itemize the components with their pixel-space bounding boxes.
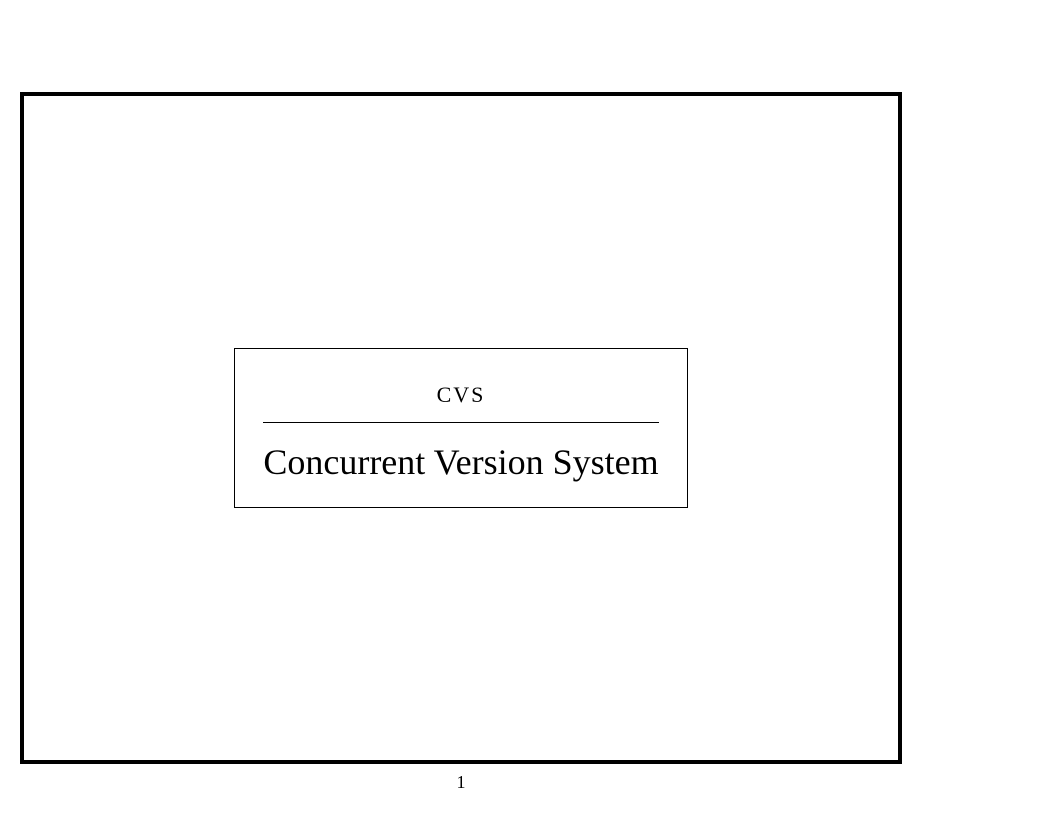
slide-frame: cvs Concurrent Version System — [20, 92, 902, 764]
title-abbreviation: cvs — [263, 373, 658, 422]
title-box: cvs Concurrent Version System — [234, 348, 687, 508]
title-full: Concurrent Version System — [263, 437, 658, 483]
page-number: 1 — [20, 772, 902, 793]
title-divider — [263, 422, 658, 423]
